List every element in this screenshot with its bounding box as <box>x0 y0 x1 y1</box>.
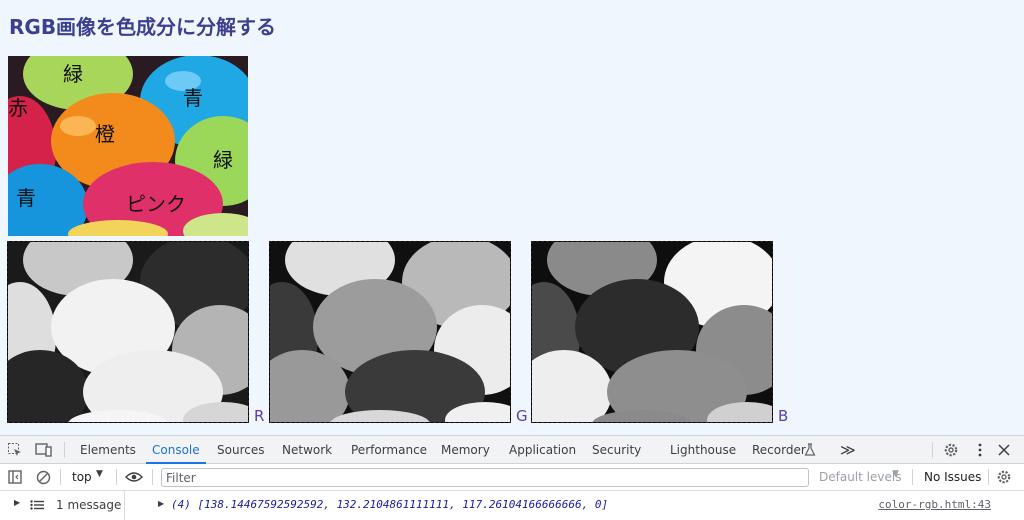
egg-photo: 赤 緑 青 橙 緑 青 ピンク <box>8 56 248 236</box>
toolbar-divider <box>912 469 913 485</box>
label-dai: 橙 <box>95 122 115 146</box>
tab-sources[interactable]: Sources <box>217 436 264 464</box>
tab-lighthouse[interactable]: Lighthouse <box>670 436 736 464</box>
label-aka: 赤 <box>8 96 28 120</box>
channel-label-r: R <box>254 407 265 425</box>
toolbar-divider <box>932 442 933 458</box>
clear-console-icon[interactable] <box>35 469 51 485</box>
default-levels-dropdown[interactable]: Default levels <box>819 470 901 484</box>
context-selector[interactable]: top <box>72 470 92 484</box>
expand-arrow-icon[interactable]: ▶ <box>14 498 20 507</box>
live-expression-eye-icon[interactable] <box>124 469 144 485</box>
blue-channel-canvas <box>531 241 773 423</box>
tab-console[interactable]: Console <box>146 436 206 464</box>
console-sidebar: ▶ 1 message <box>0 491 125 520</box>
toolbar-divider <box>64 442 65 458</box>
label-midori-top: 緑 <box>63 62 83 86</box>
inspect-element-icon[interactable] <box>6 441 24 459</box>
toolbar-divider <box>152 469 153 485</box>
toolbar-divider <box>60 469 61 485</box>
tab-security[interactable]: Security <box>592 436 641 464</box>
tab-network[interactable]: Network <box>282 436 332 464</box>
label-ao-top: 青 <box>183 86 203 110</box>
kebab-menu-icon[interactable] <box>971 441 989 459</box>
tab-application[interactable]: Application <box>509 436 576 464</box>
red-channel-canvas <box>7 241 249 423</box>
tab-memory[interactable]: Memory <box>441 436 490 464</box>
console-body: ▶ 1 message ▶ (4) [138.14467592592592, 1… <box>0 491 1024 520</box>
channel-label-b: B <box>778 407 789 425</box>
console-settings-gear-icon[interactable] <box>995 469 1013 485</box>
more-tabs-icon[interactable]: ≫ <box>840 436 856 464</box>
issues-counter[interactable]: No Issues <box>924 470 981 484</box>
channel-label-g: G <box>516 407 528 425</box>
label-pink: ピンク <box>126 192 186 216</box>
settings-gear-icon[interactable] <box>942 441 960 459</box>
label-midori-right: 緑 <box>213 148 233 172</box>
sidebar-toggle-icon[interactable] <box>7 469 23 485</box>
device-toolbar-icon[interactable] <box>34 441 54 459</box>
tab-performance[interactable]: Performance <box>351 436 427 464</box>
message-list-icon <box>29 498 45 512</box>
console-toolbar: top ▼ Default levels ▼ No Issues <box>0 464 1024 491</box>
devtools-tab-bar: Elements Console Sources Network Perform… <box>0 435 1024 464</box>
toolbar-divider <box>988 469 989 485</box>
close-icon[interactable] <box>995 441 1013 459</box>
sidebar-item-messages[interactable]: 1 message <box>56 498 121 512</box>
console-output[interactable]: (4) [138.14467592592592, 132.21048611111… <box>171 498 608 511</box>
green-channel-canvas <box>269 241 511 423</box>
tab-elements[interactable]: Elements <box>80 436 136 464</box>
devtools-panel: Elements Console Sources Network Perform… <box>0 435 1024 520</box>
expand-arrow-icon[interactable]: ▶ <box>158 499 164 508</box>
chevron-down-icon[interactable]: ▼ <box>96 469 103 479</box>
page-title: RGB画像を色成分に分解する <box>9 15 277 39</box>
chevron-down-icon[interactable]: ▼ <box>892 469 899 479</box>
tab-recorder[interactable]: Recorder <box>752 436 806 464</box>
source-link[interactable]: color-rgb.html:43 <box>878 498 991 511</box>
filter-input[interactable] <box>161 468 809 487</box>
flask-icon <box>803 442 817 458</box>
toolbar-divider <box>116 469 117 485</box>
label-ao-bottom: 青 <box>16 186 36 210</box>
